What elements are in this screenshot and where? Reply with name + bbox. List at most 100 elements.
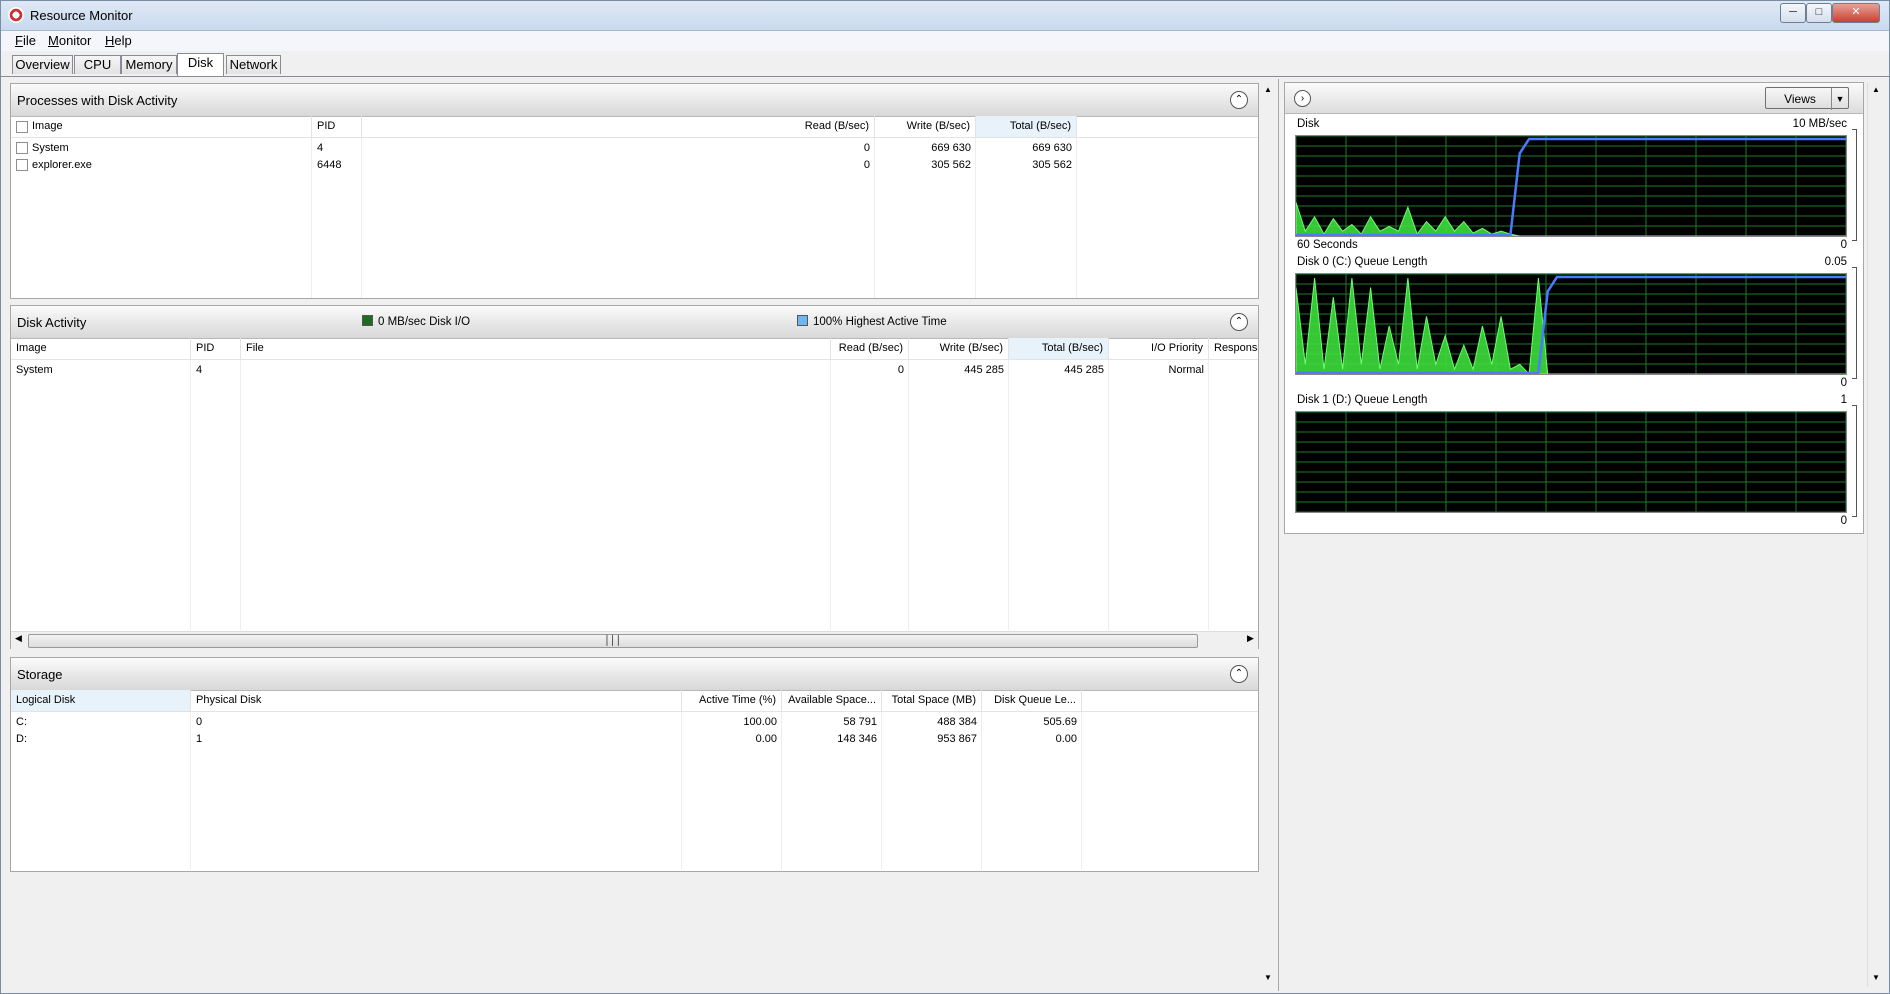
graph-pane-header: › Views ▼ — [1285, 83, 1863, 114]
disk-io-legend-text: 0 MB/sec Disk I/O — [378, 316, 471, 328]
disk0-queue-graph-title: Disk 0 (C:) Queue Length — [1297, 256, 1428, 268]
tab-memory[interactable]: Memory — [121, 55, 177, 74]
disk-activity-panel-header[interactable]: Disk Activity 0 MB/sec Disk I/O 100% Hig… — [11, 306, 1258, 339]
col-response[interactable]: Response — [1209, 338, 1258, 359]
active-time-legend-text: 100% Highest Active Time — [813, 316, 947, 328]
column-divider — [1108, 360, 1109, 630]
disk-graph — [1295, 135, 1847, 237]
disk1-queue-graph-max-label: 1 — [1840, 394, 1847, 406]
collapse-processes-button[interactable]: ⌃ — [1230, 91, 1248, 109]
col-logical-disk[interactable]: Logical Disk — [11, 690, 191, 711]
row-checkbox[interactable] — [16, 159, 28, 171]
processes-panel-title: Processes with Disk Activity — [17, 93, 178, 108]
disk1-queue-graph — [1295, 411, 1847, 513]
maximize-button[interactable]: □ — [1806, 3, 1832, 23]
col-io-priority[interactable]: I/O Priority — [1109, 338, 1209, 359]
resource-monitor-icon — [8, 7, 24, 23]
col-read[interactable]: Read (B/sec) — [792, 116, 875, 137]
column-divider — [190, 712, 191, 870]
column-divider — [361, 138, 362, 298]
tab-cpu[interactable]: CPU — [74, 55, 121, 74]
cell-read: 0 — [863, 142, 870, 154]
collapse-disk-activity-button[interactable]: ⌃ — [1230, 313, 1248, 331]
collapse-storage-button[interactable]: ⌃ — [1230, 665, 1248, 683]
col-write[interactable]: Write (B/sec) — [909, 338, 1009, 359]
cell-physical-disk: 1 — [196, 733, 203, 745]
col-active-time[interactable]: Active Time (%) — [682, 690, 782, 711]
col-spacer — [362, 116, 792, 137]
close-button[interactable]: ✕ — [1832, 3, 1880, 23]
column-divider — [1008, 360, 1009, 630]
col-total[interactable]: Total (B/sec) — [976, 116, 1077, 137]
cell-pid: 4 — [196, 364, 203, 376]
disk-io-legend: 0 MB/sec Disk I/O — [362, 315, 470, 328]
column-divider — [190, 360, 191, 630]
column-divider — [1208, 360, 1209, 630]
scrollbar-thumb[interactable]: │││ — [28, 634, 1198, 648]
col-image[interactable]: Image — [27, 116, 312, 137]
col-read[interactable]: Read (B/sec) — [831, 338, 909, 359]
disk-graph-plot — [1296, 136, 1846, 236]
column-divider — [830, 360, 831, 630]
col-total[interactable]: Total (B/sec) — [1009, 338, 1109, 359]
io-series-area — [1296, 202, 1846, 236]
menu-help[interactable]: Help — [105, 33, 132, 48]
window-title: Resource Monitor — [30, 8, 133, 23]
col-available-space[interactable]: Available Space... — [782, 690, 882, 711]
scroll-up-arrow-icon[interactable]: ▲ — [1264, 85, 1272, 94]
active-time-legend: 100% Highest Active Time — [797, 315, 947, 328]
col-pid[interactable]: PID — [312, 116, 362, 137]
row-checkbox[interactable] — [16, 142, 28, 154]
disk-graph-time-label: 60 Seconds — [1297, 239, 1358, 251]
cell-total: 305 562 — [1032, 159, 1072, 171]
disk0-queue-graph — [1295, 273, 1847, 375]
storage-panel-title: Storage — [17, 667, 63, 682]
minimize-button[interactable]: ─ — [1780, 3, 1806, 23]
pane-splitter[interactable] — [1278, 79, 1279, 991]
col-image[interactable]: Image — [11, 338, 191, 359]
cell-image: System — [16, 364, 53, 376]
chevron-down-icon: ▼ — [1831, 88, 1848, 110]
io-series-area — [1296, 277, 1846, 374]
header-divider — [11, 137, 1258, 138]
tab-overview[interactable]: Overview — [12, 55, 73, 74]
cell-write: 669 630 — [931, 142, 971, 154]
disk0-queue-graph-max-label: 0.05 — [1824, 256, 1847, 268]
tab-disk[interactable]: Disk — [177, 53, 224, 76]
cell-total: 445 285 — [1064, 364, 1104, 376]
expand-graphs-icon[interactable]: › — [1294, 90, 1311, 107]
cell-physical-disk: 0 — [196, 716, 203, 728]
column-divider — [1081, 712, 1082, 870]
disk-activity-panel: Disk Activity 0 MB/sec Disk I/O 100% Hig… — [10, 305, 1259, 649]
scroll-left-arrow-icon[interactable]: ◀ — [15, 633, 22, 644]
col-total-space[interactable]: Total Space (MB) — [882, 690, 982, 711]
storage-panel: Storage ⌃ Logical Disk Physical Disk Act… — [10, 657, 1259, 872]
column-divider — [1076, 138, 1077, 298]
processes-panel-header[interactable]: Processes with Disk Activity ⌃ — [11, 84, 1258, 117]
col-physical-disk[interactable]: Physical Disk — [191, 690, 682, 711]
views-dropdown-button[interactable]: Views ▼ — [1765, 87, 1849, 110]
tab-network[interactable]: Network — [226, 55, 281, 74]
col-write[interactable]: Write (B/sec) — [875, 116, 976, 137]
scroll-down-arrow-icon[interactable]: ▼ — [1872, 973, 1880, 982]
menu-file[interactable]: File — [15, 33, 36, 48]
scroll-down-arrow-icon[interactable]: ▼ — [1264, 973, 1272, 982]
storage-panel-header[interactable]: Storage ⌃ — [11, 658, 1258, 691]
views-label: Views — [1784, 92, 1816, 106]
scroll-right-arrow-icon[interactable]: ▶ — [1247, 633, 1254, 644]
col-disk-queue-length[interactable]: Disk Queue Le... — [982, 690, 1082, 711]
left-pane-vertical-scrollbar[interactable]: ▲ ▼ — [1261, 83, 1277, 987]
graph-scale-bracket — [1852, 267, 1857, 379]
menu-monitor[interactable]: Monitor — [48, 33, 91, 48]
col-file[interactable]: File — [241, 338, 831, 359]
cell-active-time: 100.00 — [743, 716, 777, 728]
cell-image: explorer.exe — [32, 159, 92, 171]
graph-scale-bracket — [1852, 129, 1857, 241]
cell-write: 305 562 — [931, 159, 971, 171]
col-pid[interactable]: PID — [191, 338, 241, 359]
disk1-queue-graph-title: Disk 1 (D:) Queue Length — [1297, 394, 1428, 406]
disk1-queue-graph-min-label: 0 — [1840, 515, 1847, 527]
right-pane-vertical-scrollbar[interactable]: ▲ ▼ — [1867, 83, 1886, 987]
horizontal-scrollbar[interactable]: ◀ │││ ▶ — [11, 631, 1258, 649]
scroll-up-arrow-icon[interactable]: ▲ — [1872, 85, 1880, 94]
